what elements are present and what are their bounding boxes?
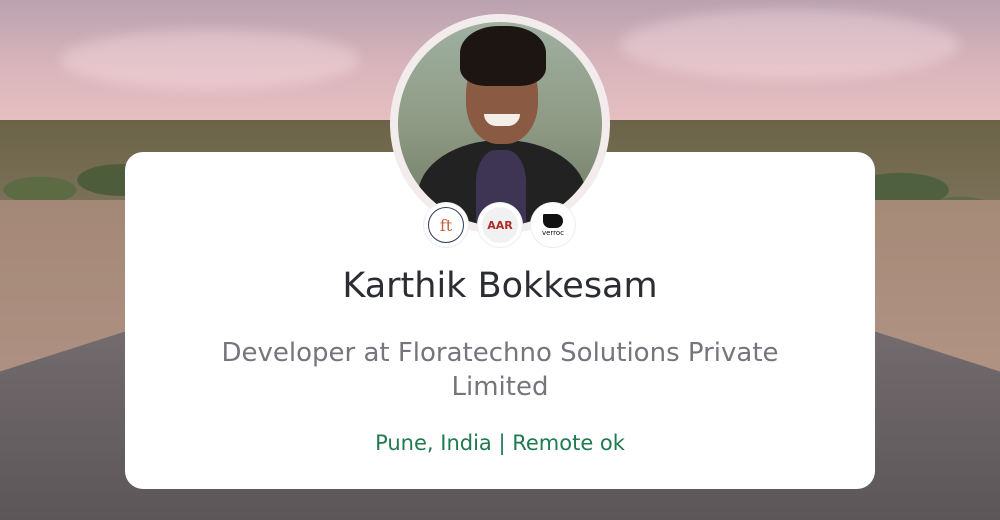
verroc-mark [543,213,563,228]
verroc-logo-icon: verroc [535,207,571,243]
profile-name: Karthik Bokkesam [342,266,658,306]
company-logo-verroc[interactable]: verroc [531,203,575,247]
company-logo-floratechno[interactable]: ft [424,203,468,247]
aar-logo-icon: AAR [482,207,518,243]
floratechno-logo-icon: ft [428,207,464,243]
cloud [60,30,360,90]
profile-headline: Developer at Floratechno Solutions Priva… [221,338,779,402]
verroc-logo-text: verroc [541,228,565,237]
cloud [620,10,960,80]
avatar [398,22,602,226]
profile-location: Pune, India | Remote ok [375,431,625,455]
company-logo-aar[interactable]: AAR [478,203,522,247]
